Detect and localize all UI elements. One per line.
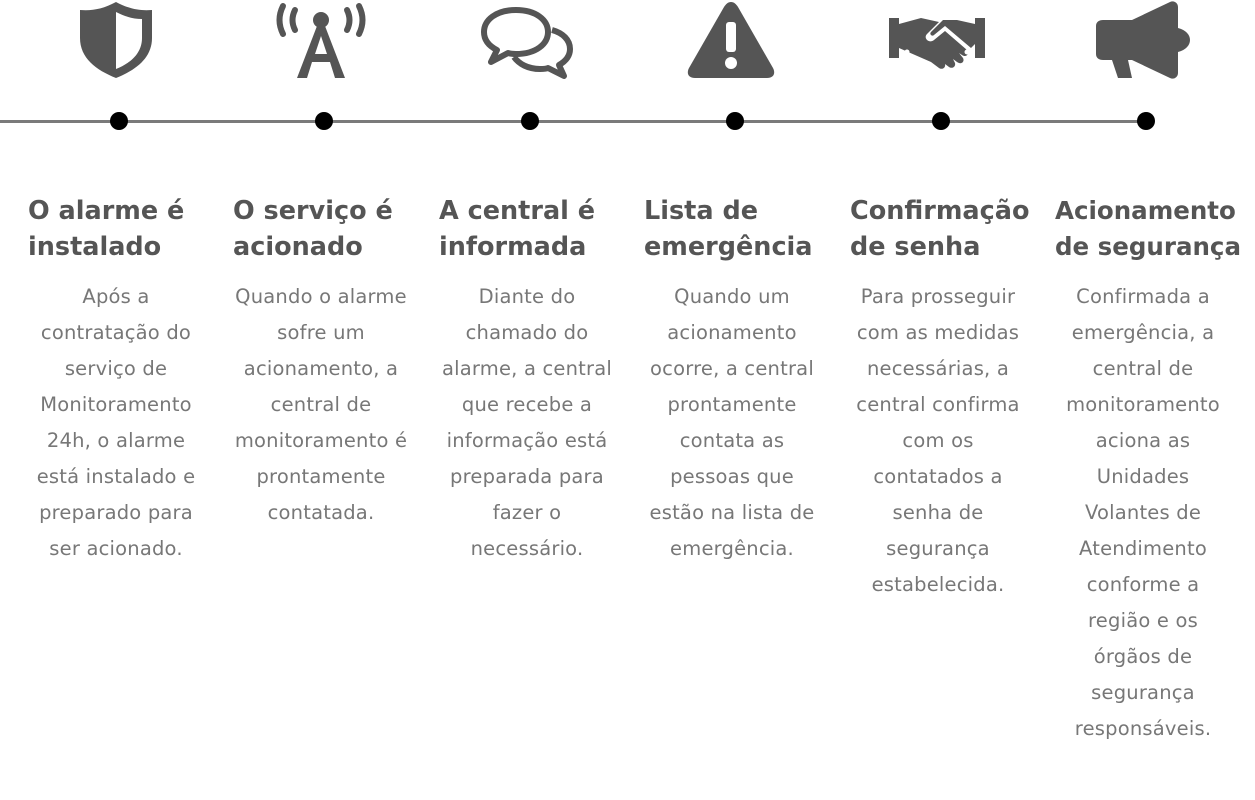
timeline-dot (315, 112, 333, 130)
step-title: Confirmação de senha (850, 196, 1030, 262)
warning-icon (681, 0, 781, 80)
timeline-page: { "colors": { "icon": "#555555", "headin… (0, 0, 1255, 800)
chat-bubbles-icon (476, 0, 576, 80)
timeline-line (0, 120, 1150, 123)
timeline-dot (110, 112, 128, 130)
megaphone-icon (1092, 0, 1192, 80)
step-title: Lista de emergência (644, 196, 813, 262)
shield-icon (66, 0, 166, 80)
step-description: Quando um acionamento ocorre, a central … (649, 285, 815, 560)
step-title: O serviço é acionado (233, 196, 393, 262)
step-description: Para prosseguir com as medidas necessári… (856, 285, 1020, 596)
step-title: A central é informada (439, 196, 596, 262)
step-title: O alarme é instalado (28, 196, 185, 262)
timeline-dot (726, 112, 744, 130)
timeline-step: O alarme é instalado Após a contratação … (28, 193, 224, 567)
step-description: Confirmada a emergência, a central de mo… (1066, 285, 1220, 740)
timeline-dot (1137, 112, 1155, 130)
timeline-dot (521, 112, 539, 130)
timeline-step: Confirmação de senha Para prosseguir com… (850, 193, 1046, 603)
step-description: Após a contratação do serviço de Monitor… (36, 285, 196, 560)
antenna-broadcast-icon (271, 0, 371, 80)
timeline-dot (932, 112, 950, 130)
handshake-icon (887, 0, 987, 80)
timeline-step: O serviço é acionado Quando o alarme sof… (233, 193, 429, 531)
step-title: Acionamento de segurança (1055, 196, 1241, 261)
step-description: Diante do chamado do alarme, a central q… (441, 285, 613, 560)
timeline-step: Acionamento de segurança Confirmada a em… (1055, 193, 1251, 747)
step-description: Quando o alarme sofre um acionamento, a … (234, 285, 408, 524)
timeline-step: Lista de emergência Quando um acionament… (644, 193, 840, 567)
timeline-step: A central é informada Diante do chamado … (439, 193, 635, 567)
